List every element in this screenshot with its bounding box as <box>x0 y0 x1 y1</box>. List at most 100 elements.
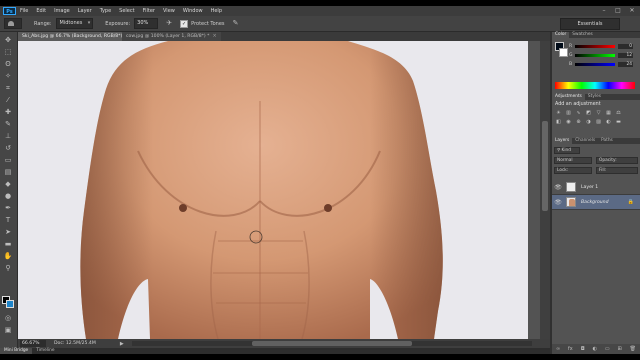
layer-row-layer-1[interactable]: 👁 Layer 1 <box>552 180 640 195</box>
gradient-map-icon[interactable]: ▬ <box>615 119 622 125</box>
posterize-icon[interactable]: ▨ <box>595 119 602 125</box>
document-canvas[interactable] <box>18 41 528 339</box>
menu-edit[interactable]: Edit <box>36 8 46 14</box>
tab-adjustments[interactable]: Adjustments <box>552 94 585 100</box>
color-balance-icon[interactable]: ⚖ <box>615 110 622 116</box>
pressure-icon[interactable]: ✎ <box>231 19 241 28</box>
screen-mode-icon[interactable]: ▣ <box>3 326 13 334</box>
blue-slider[interactable] <box>575 63 615 66</box>
gradient-tool-icon[interactable]: ▤ <box>3 168 13 176</box>
zoom-tool-icon[interactable]: ⚲ <box>3 264 13 272</box>
tab-color[interactable]: Color <box>552 32 570 38</box>
path-select-tool-icon[interactable]: ➤ <box>3 228 13 236</box>
eyedropper-tool-icon[interactable]: ⁄ <box>3 96 13 104</box>
menu-filter[interactable]: Filter <box>143 8 155 14</box>
dodge-tool-icon[interactable]: ● <box>3 192 13 200</box>
lock-controls[interactable]: Lock: <box>554 167 592 174</box>
menu-select[interactable]: Select <box>119 8 134 14</box>
menu-layer[interactable]: Layer <box>78 8 92 14</box>
tab-layers[interactable]: Layers <box>552 138 573 144</box>
layer-filter-kind[interactable]: ⚲ Kind <box>554 147 580 154</box>
layer-name[interactable]: Layer 1 <box>581 185 598 190</box>
menu-file[interactable]: File <box>20 8 28 14</box>
pen-tool-icon[interactable]: ✒ <box>3 204 13 212</box>
horizontal-scroll-thumb[interactable] <box>251 341 412 346</box>
delete-layer-icon[interactable]: 🗑 <box>630 346 636 352</box>
threshold-icon[interactable]: ◐ <box>605 119 612 125</box>
new-group-icon[interactable]: ▭ <box>605 346 610 352</box>
red-slider[interactable] <box>575 45 615 48</box>
hue-saturation-icon[interactable]: ▦ <box>605 110 612 116</box>
canvas-area[interactable] <box>18 41 540 339</box>
brush-tool-icon[interactable]: ✎ <box>3 120 13 128</box>
channel-mixer-icon[interactable]: ⊕ <box>575 119 582 125</box>
type-tool-icon[interactable]: T <box>3 216 13 224</box>
opacity-control[interactable]: Opacity: <box>596 157 638 164</box>
levels-icon[interactable]: ▥ <box>565 110 572 116</box>
healing-tool-icon[interactable]: ✚ <box>3 108 13 116</box>
layer-row-background[interactable]: 👁 Background 🔒 <box>552 195 640 210</box>
minimize-icon[interactable]: – <box>600 7 608 15</box>
link-layers-icon[interactable]: ∞ <box>556 346 560 352</box>
history-brush-tool-icon[interactable]: ↺ <box>3 144 13 152</box>
tool-preset-picker[interactable] <box>4 18 22 29</box>
green-slider[interactable] <box>575 54 615 57</box>
new-adjustment-icon[interactable]: ◐ <box>593 346 597 352</box>
vertical-scroll-thumb[interactable] <box>542 121 548 211</box>
menu-view[interactable]: View <box>163 8 175 14</box>
range-select[interactable]: Midtones <box>55 18 94 29</box>
zoom-field[interactable]: 66.67% <box>20 340 46 347</box>
menu-type[interactable]: Type <box>100 8 111 14</box>
crop-tool-icon[interactable]: ⌗ <box>3 84 13 92</box>
green-value[interactable]: 12 <box>618 53 633 58</box>
exposure-field[interactable]: 30% <box>134 18 159 29</box>
clone-stamp-tool-icon[interactable]: ⊥ <box>3 132 13 140</box>
tab-paths[interactable]: Paths <box>598 138 616 144</box>
curves-icon[interactable]: ∿ <box>575 110 582 116</box>
workspace-switcher[interactable]: Essentials <box>560 18 620 30</box>
hand-tool-icon[interactable]: ✋ <box>3 252 13 260</box>
marquee-tool-icon[interactable]: ⬚ <box>3 48 13 56</box>
horizontal-scrollbar[interactable] <box>131 341 532 346</box>
photo-filter-icon[interactable]: ◉ <box>565 119 572 125</box>
close-icon[interactable]: × <box>212 33 216 39</box>
menu-image[interactable]: Image <box>54 8 70 14</box>
new-layer-icon[interactable]: ⊞ <box>618 346 622 352</box>
background-color-swatch[interactable] <box>6 300 14 308</box>
shape-tool-icon[interactable]: ▬ <box>3 240 13 248</box>
document-info[interactable]: Doc: 12.5M/25.4M <box>54 341 96 346</box>
tab-ski-abs[interactable]: Ski_Abs.jpg @ 66.7% (Background, RGB/8*)… <box>18 32 138 41</box>
quick-mask-icon[interactable]: ◎ <box>3 314 13 322</box>
eraser-tool-icon[interactable]: ▭ <box>3 156 13 164</box>
airbrush-icon[interactable]: ✈ <box>164 19 174 28</box>
eye-icon[interactable]: 👁 <box>554 199 562 206</box>
blur-tool-icon[interactable]: ◆ <box>3 180 13 188</box>
blue-value[interactable]: 24 <box>618 62 633 67</box>
protect-tones-checkbox[interactable]: ✓ <box>180 19 189 28</box>
blend-mode-select[interactable]: Normal <box>554 157 592 164</box>
invert-icon[interactable]: ◑ <box>585 119 592 125</box>
black-white-icon[interactable]: ◧ <box>555 119 562 125</box>
tab-channels[interactable]: Channels <box>572 138 598 144</box>
eye-icon[interactable]: 👁 <box>554 184 562 191</box>
layer-style-icon[interactable]: fx <box>568 346 573 352</box>
move-tool-icon[interactable]: ✥ <box>3 36 13 44</box>
color-spectrum-bar[interactable] <box>555 82 635 89</box>
red-value[interactable]: 0 <box>618 44 633 49</box>
close-icon[interactable]: ✕ <box>628 7 636 15</box>
tab-styles[interactable]: Styles <box>585 94 604 100</box>
lasso-tool-icon[interactable]: ʘ <box>3 60 13 68</box>
tab-cow[interactable]: cow.jpg @ 100% (Layer 1, RGB/8*) * × <box>122 32 221 41</box>
vertical-scrollbar[interactable] <box>540 41 550 339</box>
maximize-icon[interactable]: □ <box>614 7 622 15</box>
brightness-icon[interactable]: ☀ <box>555 110 562 116</box>
vibrance-icon[interactable]: ▽ <box>595 110 602 116</box>
status-menu-arrow-icon[interactable]: ▶ <box>120 341 124 347</box>
menu-window[interactable]: Window <box>183 8 203 14</box>
tab-swatches[interactable]: Swatches <box>569 32 596 38</box>
layer-name[interactable]: Background <box>581 200 609 205</box>
quick-select-tool-icon[interactable]: ✧ <box>3 72 13 80</box>
add-mask-icon[interactable]: ◘ <box>581 346 585 352</box>
exposure-icon[interactable]: ◩ <box>585 110 592 116</box>
color-bg-swatch[interactable] <box>559 48 568 57</box>
